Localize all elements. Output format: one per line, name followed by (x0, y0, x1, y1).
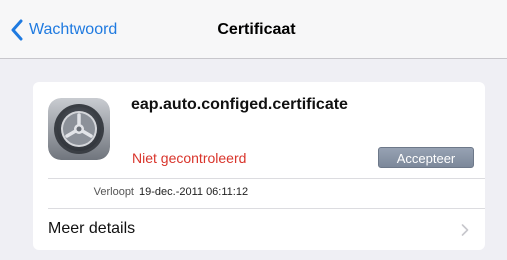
accept-button[interactable]: Accepteer (378, 147, 474, 168)
verification-status: Niet gecontroleerd (132, 150, 247, 166)
page-title: Certificaat (217, 21, 296, 38)
expiry-label: Verloopt (93, 186, 134, 198)
expiry-value: 19-dec.-2011 06:11:12 (139, 186, 249, 198)
navigation-bar: Wachtwoord Certificaat (0, 0, 507, 59)
divider (48, 178, 485, 179)
expiry-row: Verloopt 19-dec.-2011 06:11:12 (33, 186, 485, 204)
more-details-label: Meer details (48, 220, 136, 237)
certificate-card: eap.auto.configed.certificate Niet gecon… (33, 82, 485, 250)
certificate-screen: Wachtwoord Certificaat eap.auto.configed… (0, 0, 507, 260)
settings-gear-icon (48, 98, 110, 160)
chevron-right-icon (461, 224, 469, 236)
certificate-name: eap.auto.configed.certificate (131, 96, 348, 113)
more-details-row[interactable]: Meer details (33, 209, 485, 249)
